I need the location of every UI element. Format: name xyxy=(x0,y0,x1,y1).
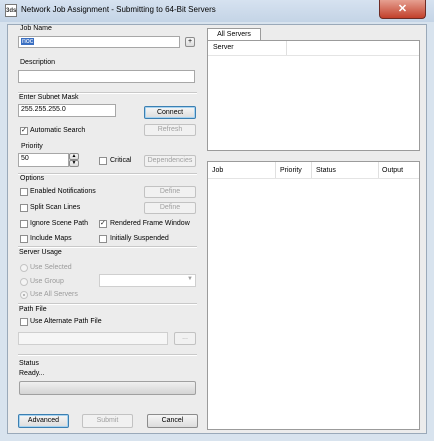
options-label: Options xyxy=(20,175,45,182)
jobs-list[interactable]: Job Priority Status Output xyxy=(207,161,420,430)
dialog-window: 3ds Network Job Assignment - Submitting … xyxy=(0,0,434,441)
use-group-radio[interactable] xyxy=(20,278,28,286)
ignore-scene-path-label: Ignore Scene Path xyxy=(30,220,88,227)
enabled-notifications-checkbox[interactable] xyxy=(20,188,28,196)
priority-up-arrow-icon[interactable]: ▲ xyxy=(69,153,79,160)
priority-label: Priority xyxy=(21,143,43,150)
separator xyxy=(18,303,197,305)
separator xyxy=(18,246,197,248)
path-file-input[interactable] xyxy=(18,332,168,345)
ignore-scene-path-checkbox[interactable] xyxy=(20,220,28,228)
rendered-frame-window-checkbox[interactable] xyxy=(99,219,107,228)
use-all-servers-label: Use All Servers xyxy=(30,291,78,298)
notifications-define-button[interactable]: Define xyxy=(144,186,196,198)
add-job-name-button[interactable]: + xyxy=(185,37,195,47)
close-button[interactable]: ✕ xyxy=(379,0,426,19)
group-dropdown[interactable]: ▼ xyxy=(99,274,196,287)
server-column-header[interactable]: Server xyxy=(213,44,234,51)
chevron-down-icon: ▼ xyxy=(187,276,193,282)
path-file-label: Path File xyxy=(19,306,47,313)
window-title: Network Job Assignment - Submitting to 6… xyxy=(21,5,216,14)
use-alternate-path-label: Use Alternate Path File xyxy=(30,318,102,325)
use-selected-radio[interactable] xyxy=(20,264,28,272)
priority-down-arrow-icon[interactable]: ▼ xyxy=(69,160,79,167)
automatic-search-label: Automatic Search xyxy=(30,127,86,134)
column-divider xyxy=(286,41,287,55)
include-maps-checkbox[interactable] xyxy=(20,235,28,243)
subnet-mask-input[interactable]: 255.255.255.0 xyxy=(18,104,116,117)
app-icon: 3ds xyxy=(5,4,17,17)
use-group-label: Use Group xyxy=(30,278,64,285)
browse-button[interactable]: ... xyxy=(174,332,196,345)
advanced-button[interactable]: Advanced xyxy=(18,414,69,428)
column-divider xyxy=(378,162,379,178)
use-selected-label: Use Selected xyxy=(30,264,72,271)
priority-column-header[interactable]: Priority xyxy=(280,167,302,174)
split-scan-lines-label: Split Scan Lines xyxy=(30,204,81,211)
initially-suspended-checkbox[interactable] xyxy=(99,235,107,243)
progress-bar xyxy=(19,381,196,395)
status-column-header[interactable]: Status xyxy=(316,167,336,174)
separator xyxy=(18,173,197,175)
header-separator xyxy=(208,178,419,180)
job-column-header[interactable]: Job xyxy=(212,167,223,174)
status-text: Ready... xyxy=(19,370,45,377)
critical-checkbox[interactable] xyxy=(99,157,107,165)
use-alternate-path-checkbox[interactable] xyxy=(20,318,28,326)
column-divider xyxy=(275,162,276,178)
include-maps-label: Include Maps xyxy=(30,235,72,242)
enabled-notifications-label: Enabled Notifications xyxy=(30,188,96,195)
job-name-input[interactable]: noc xyxy=(18,36,180,48)
refresh-button[interactable]: Refresh xyxy=(144,124,196,136)
automatic-search-checkbox[interactable] xyxy=(20,126,28,135)
job-name-label: Job Name xyxy=(20,25,52,32)
title-bar: 3ds Network Job Assignment - Submitting … xyxy=(0,0,434,22)
use-all-servers-radio[interactable] xyxy=(20,291,28,299)
servers-list[interactable]: Server xyxy=(207,40,420,151)
rendered-frame-window-label: Rendered Frame Window xyxy=(110,220,190,227)
submit-button[interactable]: Submit xyxy=(82,414,133,428)
initially-suspended-label: Initially Suspended xyxy=(110,235,169,242)
server-usage-label: Server Usage xyxy=(19,249,62,256)
scan-lines-define-button[interactable]: Define xyxy=(144,202,196,214)
column-divider xyxy=(311,162,312,178)
description-label: Description xyxy=(20,59,56,66)
separator xyxy=(18,354,197,356)
dependencies-button[interactable]: Dependencies xyxy=(144,155,196,167)
cancel-button[interactable]: Cancel xyxy=(147,414,198,428)
status-label: Status xyxy=(19,360,39,367)
output-column-header[interactable]: Output xyxy=(382,167,403,174)
description-input[interactable] xyxy=(18,70,195,83)
critical-label: Critical xyxy=(110,157,132,164)
connect-button[interactable]: Connect xyxy=(144,106,196,119)
job-name-value: noc xyxy=(21,38,35,45)
priority-input[interactable]: 50 xyxy=(18,153,69,167)
header-separator xyxy=(208,55,419,57)
dialog-body: Job Name noc + Description Enter Subnet … xyxy=(7,24,427,434)
split-scan-lines-checkbox[interactable] xyxy=(20,204,28,212)
subnet-mask-label: Enter Subnet Mask xyxy=(19,94,79,101)
